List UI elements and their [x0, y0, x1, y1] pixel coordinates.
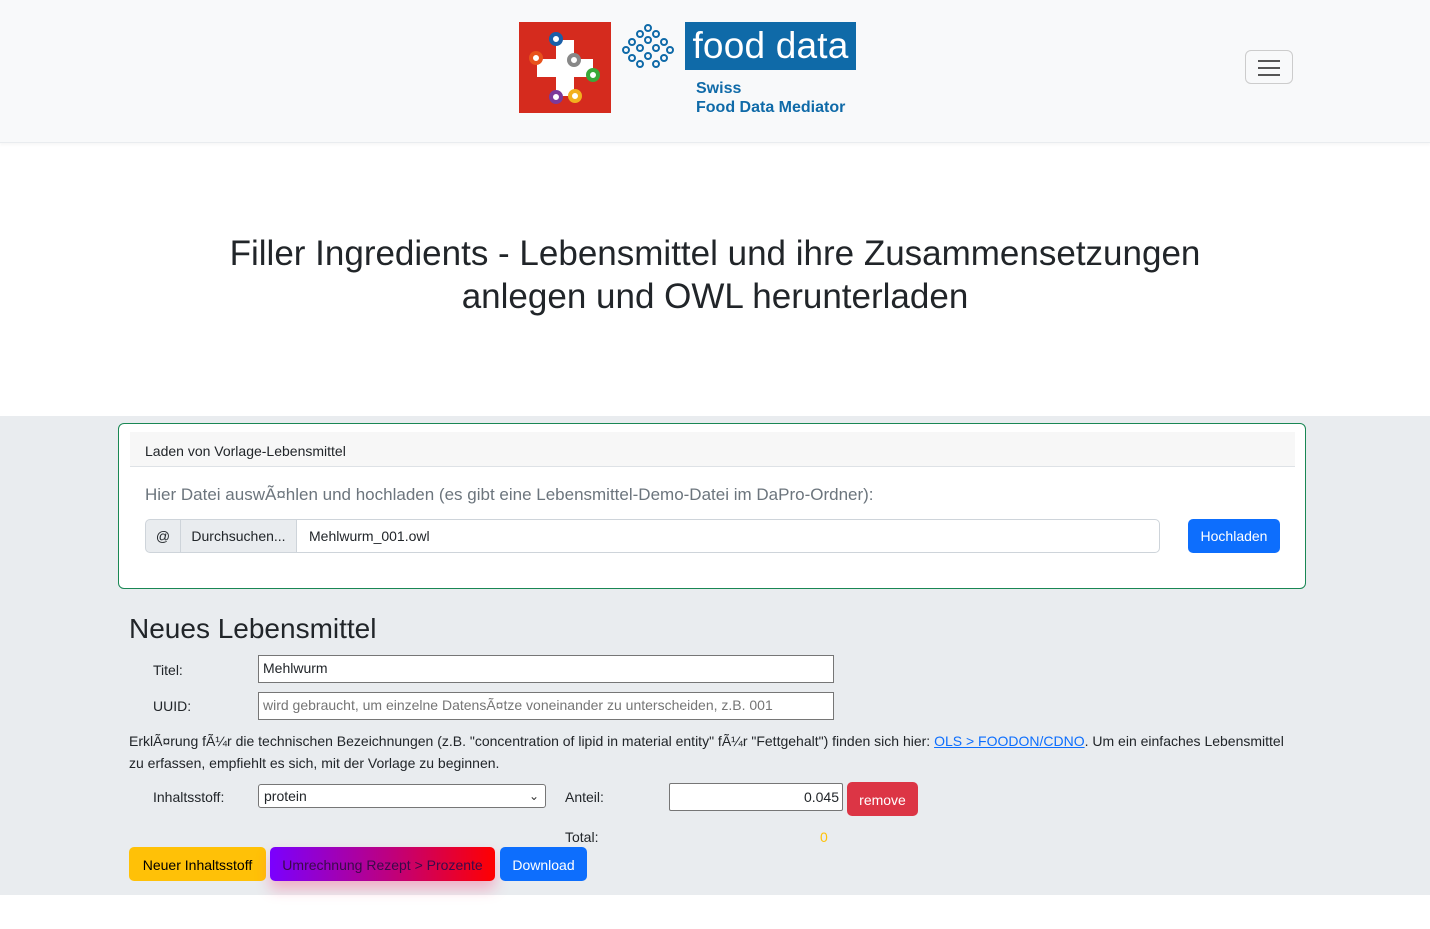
file-name-field[interactable]: Mehlwurm_001.owl: [296, 519, 1160, 553]
help-text-before: ErklÃ¤rung fÃ¼r die technischen Bezeichn…: [129, 733, 935, 749]
logo-dot-blue: [549, 32, 563, 46]
page-title: Filler Ingredients - Lebensmittel und ih…: [200, 232, 1230, 318]
hamburger-icon: [1258, 60, 1280, 62]
logo-dot-green: [586, 68, 600, 82]
remove-button[interactable]: remove: [847, 782, 918, 816]
new-ingredient-button[interactable]: Neuer Inhaltsstoff: [129, 847, 266, 881]
chevron-down-icon: ⌄: [528, 789, 539, 803]
download-button[interactable]: Download: [500, 847, 587, 881]
hamburger-icon-bar: [1258, 74, 1280, 76]
title-label: Titel:: [153, 662, 183, 678]
form-heading: Neues Lebensmittel: [129, 613, 377, 644]
swiss-food-logo[interactable]: [519, 22, 611, 113]
convert-recipe-button[interactable]: Umrechnung Rezept > Prozente: [270, 847, 495, 881]
brand-subtitle-line1: Swiss: [696, 80, 742, 97]
network-icon: [622, 24, 674, 68]
page-title-line2: anlegen und OWL herunterladen: [461, 277, 969, 316]
menu-toggle-button[interactable]: [1245, 50, 1293, 84]
title-input[interactable]: Mehlwurm: [258, 655, 834, 683]
brand-logo-text: food data: [685, 22, 856, 70]
ingredient-label: Inhaltsstoff:: [153, 789, 225, 805]
upload-card: Laden von Vorlage-Lebensmittel Hier Date…: [118, 423, 1306, 589]
total-value: 0: [820, 829, 828, 845]
logo-dot-orange-left: [529, 51, 543, 65]
total-label: Total:: [565, 829, 599, 845]
page-title-line1: Filler Ingredients - Lebensmittel und ih…: [229, 234, 1201, 273]
upload-instruction: Hier Datei auswÃ¤hlen und hochladen (es …: [145, 485, 874, 504]
share-input[interactable]: 0.045: [669, 783, 843, 811]
navbar: food data Swiss Food Data Mediator: [0, 0, 1430, 143]
logo-dot-purple: [549, 90, 563, 104]
ingredient-select[interactable]: protein ⌄: [258, 784, 546, 808]
ols-foodon-link[interactable]: OLS > FOODON/CDNO: [934, 733, 1085, 749]
uuid-input[interactable]: wird gebraucht, um einzelne DatensÃ¤tze …: [258, 692, 834, 720]
upload-button[interactable]: Hochladen: [1188, 519, 1280, 553]
logo-dot-yellow: [568, 89, 582, 103]
brand-subtitle-line2: Food Data Mediator: [696, 99, 846, 116]
brand-subtitle: Swiss Food Data Mediator: [696, 79, 845, 117]
help-text: ErklÃ¤rung fÃ¼r die technischen Bezeichn…: [129, 730, 1299, 774]
share-label: Anteil:: [565, 789, 604, 805]
browse-button[interactable]: Durchsuchen...: [180, 519, 297, 553]
input-prefix-at: @: [145, 519, 181, 553]
uuid-label: UUID:: [153, 698, 192, 714]
logo-dot-grey: [567, 53, 581, 67]
hamburger-icon-bar: [1258, 67, 1280, 69]
upload-card-header: Laden von Vorlage-Lebensmittel: [130, 432, 1295, 467]
swiss-cross-vertical: [556, 40, 574, 96]
ingredient-select-value: protein: [264, 788, 307, 804]
